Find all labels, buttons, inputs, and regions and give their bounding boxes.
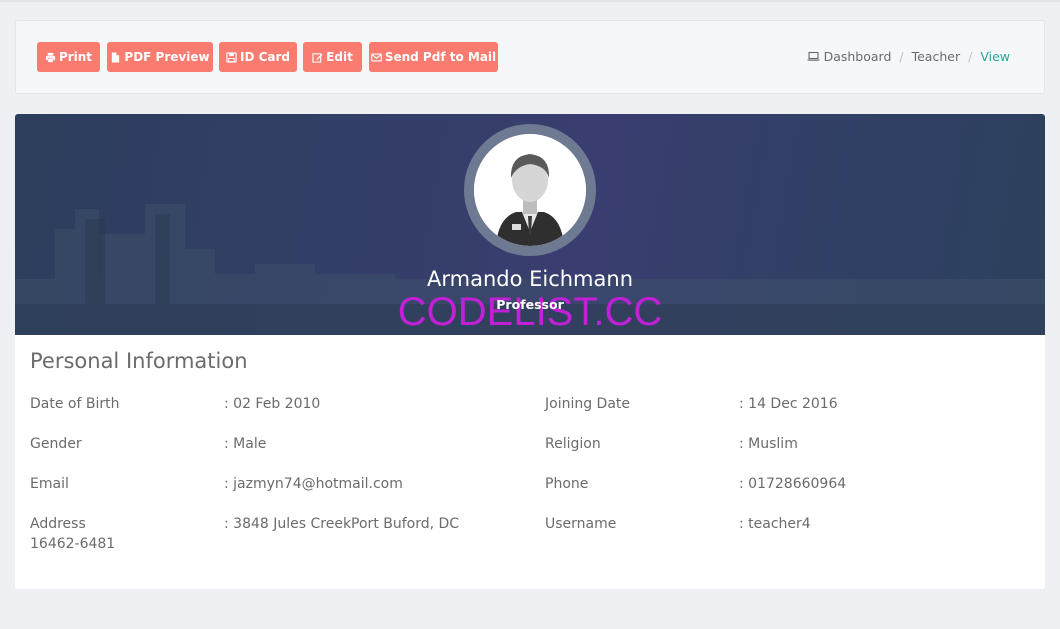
laptop-icon [807, 51, 820, 61]
breadcrumb-view: View [980, 49, 1010, 64]
envelope-icon [371, 52, 382, 62]
id-card-button[interactable]: ID Card [219, 42, 297, 72]
id-card-button-label: ID Card [239, 50, 290, 64]
breadcrumb-teacher[interactable]: Teacher [912, 49, 961, 64]
avatar-ring [464, 124, 596, 256]
edit-button[interactable]: Edit [303, 42, 362, 72]
save-icon [226, 51, 237, 63]
top-border [0, 0, 1060, 2]
info-label: Gender [30, 436, 82, 452]
breadcrumb: Dashboard / Teacher / View [807, 49, 1010, 64]
info-label: Religion [545, 436, 601, 452]
person-avatar-icon [474, 134, 586, 246]
action-toolbar: Print PDF Preview ID Card Edit Send Pdf … [15, 20, 1045, 94]
info-value-continued: 16462-6481 [30, 536, 116, 552]
breadcrumb-separator: / [899, 49, 904, 64]
info-label: Email [30, 476, 69, 492]
edit-button-label: Edit [326, 50, 353, 64]
print-button[interactable]: Print [37, 42, 100, 72]
avatar [474, 134, 586, 246]
info-value: : 01728660964 [739, 476, 847, 492]
info-value: : jazmyn74@hotmail.com [224, 476, 403, 492]
personal-information-title: Personal Information [30, 349, 248, 373]
profile-card: Armando Eichmann CODELIST.CC Professor P… [15, 114, 1045, 589]
pdf-preview-button-label: PDF Preview [124, 50, 210, 64]
info-value: : 14 Dec 2016 [739, 396, 838, 412]
info-value: : 3848 Jules CreekPort Buford, DC [224, 516, 460, 532]
info-value: : teacher4 [739, 516, 811, 532]
send-pdf-mail-button[interactable]: Send Pdf to Mail [369, 42, 498, 72]
info-value: : Muslim [739, 436, 798, 452]
print-button-label: Print [58, 50, 93, 64]
profile-name: Armando Eichmann [426, 267, 634, 291]
send-pdf-mail-button-label: Send Pdf to Mail [384, 50, 497, 64]
print-icon [45, 52, 56, 62]
profile-banner: Armando Eichmann CODELIST.CC Professor [15, 114, 1045, 335]
info-label: Address [30, 516, 86, 532]
info-label: Joining Date [545, 396, 631, 412]
pdf-preview-button[interactable]: PDF Preview [107, 42, 213, 72]
file-icon [112, 51, 120, 63]
info-value: : Male [224, 436, 267, 452]
info-value: : 02 Feb 2010 [224, 396, 321, 412]
info-label: Date of Birth [30, 396, 120, 412]
breadcrumb-dashboard-label: Dashboard [823, 49, 892, 64]
profile-role: Professor [496, 297, 564, 312]
info-label: Phone [545, 476, 589, 492]
info-label: Username [545, 516, 617, 532]
edit-icon [312, 52, 323, 63]
breadcrumb-dashboard[interactable]: Dashboard [807, 49, 892, 64]
breadcrumb-separator: / [968, 49, 973, 64]
